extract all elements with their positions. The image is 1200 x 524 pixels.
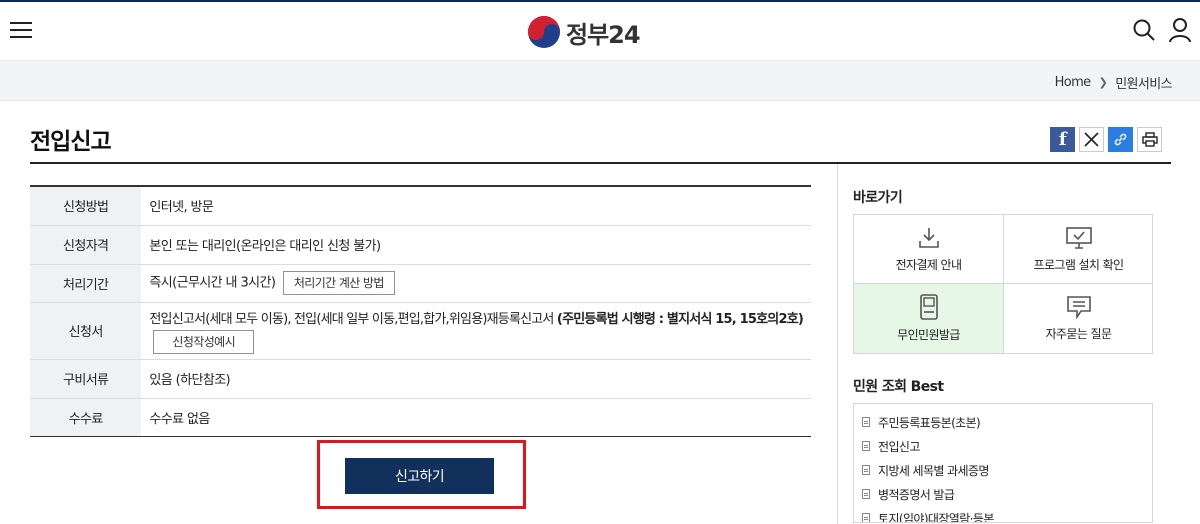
breadcrumb-home[interactable]: Home: [1055, 75, 1092, 90]
kiosk-icon: [919, 294, 938, 320]
list-item-label: 전입신고: [878, 439, 920, 454]
breadcrumb: Home ❯ 민원서비스: [1055, 73, 1173, 92]
speech-bubble-icon: [1066, 296, 1091, 319]
row-value-bold: (주민등록법 시행령 : 별지서식 15, 15호의2호): [556, 311, 804, 327]
download-icon: [918, 227, 939, 248]
row-value: 있음 (하단참조): [141, 359, 811, 399]
hamburger-menu-icon[interactable]: [10, 22, 32, 42]
user-icon[interactable]: [1168, 17, 1192, 43]
row-label: 신청서: [30, 302, 142, 360]
document-icon: [862, 441, 870, 451]
row-label: 구비서류: [30, 359, 142, 399]
row-value: 본인 또는 대리인(온라인은 대리인 신청 불가): [141, 225, 811, 265]
table-row: 처리기간 즉시(근무시간 내 3시간) 처리기간 계산 방법: [30, 264, 811, 303]
table-row: 신청방법 인터넷, 방문: [30, 186, 811, 226]
table-row: 수수료 수수료 없음: [30, 398, 811, 436]
row-value: 즉시(근무시간 내 3시간): [149, 275, 276, 291]
quick-link-faq[interactable]: 자주묻는 질문: [1004, 284, 1153, 353]
row-value: 전입신고서(세대 모두 이동), 전입(세대 일부 이동,편입,합가,위임용)재…: [149, 311, 557, 327]
quick-link-program-check[interactable]: 프로그램 설치 확인: [1004, 215, 1153, 284]
quick-links-title: 바로가기: [853, 190, 903, 206]
breadcrumb-bar: Home ❯ 민원서비스: [0, 61, 1200, 101]
row-value: 수수료 없음: [149, 411, 210, 427]
application-example-button[interactable]: 신청작성예시: [153, 329, 255, 354]
x-share-icon[interactable]: [1079, 127, 1104, 152]
title-row: 전입신고 f: [30, 122, 1171, 164]
row-value: 인터넷, 방문: [141, 186, 811, 226]
apply-button[interactable]: 신고하기: [345, 458, 494, 494]
logo-text: 정부24: [566, 20, 641, 49]
monitor-check-icon: [1065, 226, 1092, 249]
document-icon: [862, 513, 870, 522]
site-header: 정부24: [0, 2, 1200, 61]
list-item[interactable]: 주민등록표등본(초본): [862, 410, 1144, 434]
row-label: 신청자격: [30, 225, 142, 265]
list-item[interactable]: 지방세 세목별 과세증명: [862, 458, 1144, 482]
quick-link-label: 전자결제 안내: [895, 257, 962, 272]
table-row: 구비서류 있음 (하단참조): [30, 359, 811, 399]
row-value-cell: 전입신고서(세대 모두 이동), 전입(세대 일부 이동,편입,합가,위임용)재…: [141, 302, 811, 360]
page-title: 전입신고: [30, 129, 112, 155]
copy-link-icon[interactable]: [1108, 127, 1133, 152]
service-info-table: 신청방법 인터넷, 방문 신청자격 본인 또는 대리인(온라인은 대리인 신청 …: [30, 185, 811, 437]
quick-link-label: 자주묻는 질문: [1045, 327, 1112, 341]
table-row: 신청자격 본인 또는 대리인(온라인은 대리인 신청 불가): [30, 225, 811, 265]
best-list-title: 민원 조회 Best: [853, 379, 944, 395]
document-icon: [862, 417, 870, 427]
column-divider: [837, 164, 838, 524]
breadcrumb-current[interactable]: 민원서비스: [1115, 73, 1172, 92]
quick-link-kiosk[interactable]: 무인민원발급: [854, 284, 1004, 353]
print-icon[interactable]: [1137, 127, 1162, 152]
site-logo[interactable]: 정부24: [528, 16, 641, 49]
quick-links-grid: 전자결제 안내 프로그램 설치 확인 무인민원발급 자주묻는 질문: [853, 214, 1153, 354]
list-item-label: 주민등록표등본(초본): [878, 415, 981, 430]
table-row: 신청서 전입신고서(세대 모두 이동), 전입(세대 일부 이동,편입,합가,위…: [30, 302, 811, 360]
quick-link-label: 무인민원발급: [897, 328, 960, 342]
quick-link-label: 프로그램 설치 확인: [1033, 257, 1125, 272]
row-label: 신청방법: [30, 186, 142, 226]
list-item[interactable]: 병적증명서 발급: [862, 482, 1144, 506]
row-label: 처리기간: [30, 264, 142, 303]
best-list: 주민등록표등본(초본) 전입신고 지방세 세목별 과세증명 병적증명서 발급 토…: [853, 403, 1153, 523]
quick-link-e-payment[interactable]: 전자결제 안내: [854, 215, 1004, 284]
list-item-label: 병적증명서 발급: [878, 487, 955, 502]
processing-time-calc-button[interactable]: 처리기간 계산 방법: [282, 271, 395, 295]
document-icon: [862, 465, 870, 475]
taegeuk-logo-icon: [528, 16, 560, 48]
list-item[interactable]: 전입신고: [862, 434, 1144, 458]
row-value-cell: 즉시(근무시간 내 3시간) 처리기간 계산 방법: [141, 264, 811, 303]
chevron-right-icon: ❯: [1098, 76, 1108, 89]
list-item[interactable]: 토지(임야)대장열람·등본: [862, 506, 1144, 523]
facebook-share-icon[interactable]: f: [1050, 127, 1075, 152]
share-buttons: f: [1050, 127, 1162, 152]
document-icon: [862, 489, 870, 499]
search-icon[interactable]: [1132, 18, 1156, 42]
list-item-label: 지방세 세목별 과세증명: [878, 463, 989, 478]
row-label: 수수료: [30, 398, 142, 436]
list-item-label: 토지(임야)대장열람·등본: [878, 511, 994, 523]
